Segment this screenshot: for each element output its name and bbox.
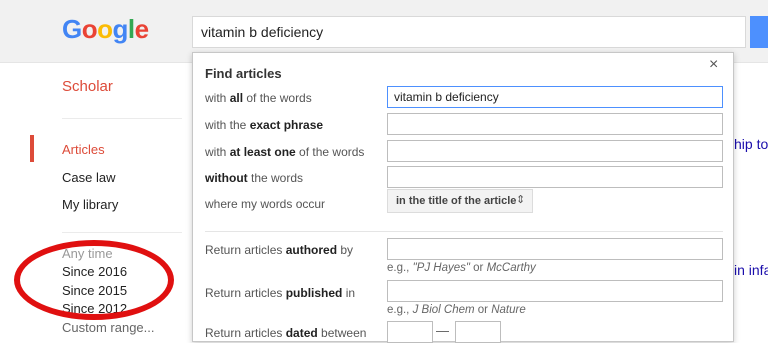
sidebar-item-articles[interactable]: Articles — [62, 142, 105, 157]
author-input[interactable] — [387, 238, 723, 260]
time-filter-custom-range[interactable]: Custom range... — [62, 320, 155, 335]
sidebar-item-case-law[interactable]: Case law — [62, 170, 115, 185]
occur-selected-value: in the title of the article — [396, 195, 517, 207]
dated-label: Return articles dated between — [205, 326, 367, 340]
exact-phrase-label: with the exact phrase — [205, 118, 324, 132]
sidebar-item-my-library[interactable]: My library — [62, 197, 118, 212]
at-least-one-input[interactable] — [387, 140, 723, 162]
without-words-label: without the words — [205, 171, 304, 185]
without-words-input[interactable] — [387, 166, 723, 188]
at-least-one-label: with at least one of the words — [205, 145, 365, 159]
occur-label: where my words occur — [205, 197, 326, 211]
advanced-search-dialog: Find articles × with all of the words vi… — [192, 52, 734, 343]
occur-select[interactable]: in the title of the article ⇕ — [387, 189, 533, 213]
google-logo[interactable]: Google — [62, 14, 149, 45]
authored-label: Return articles authored by — [205, 243, 354, 257]
search-button[interactable] — [750, 16, 768, 48]
sidebar-divider — [62, 118, 182, 119]
close-icon[interactable]: × — [709, 57, 718, 73]
annotation-ellipse — [14, 240, 174, 320]
search-input[interactable]: vitamin b deficiency — [192, 16, 746, 48]
scholar-brand[interactable]: Scholar — [62, 78, 113, 95]
exact-phrase-input[interactable] — [387, 113, 723, 135]
date-range-dash: — — [436, 323, 449, 338]
active-indicator — [30, 135, 34, 162]
published-label: Return articles published in — [205, 286, 356, 300]
publication-hint: e.g., J Biol Chem or Nature — [387, 304, 526, 316]
dialog-title: Find articles — [205, 66, 282, 81]
sidebar-divider — [62, 232, 182, 233]
select-arrows-icon: ⇕ — [516, 194, 526, 206]
date-from-input[interactable] — [387, 321, 433, 343]
date-to-input[interactable] — [455, 321, 501, 343]
author-hint: e.g., "PJ Hayes" or McCarthy — [387, 262, 536, 274]
result-title-peek[interactable]: in infa — [734, 262, 768, 278]
search-input-value: vitamin b deficiency — [201, 24, 324, 40]
all-words-input[interactable]: vitamin b deficiency — [387, 86, 723, 108]
dialog-divider — [205, 231, 723, 232]
result-title-peek[interactable]: hip to — [734, 136, 768, 152]
all-words-label: with all of the words — [205, 91, 312, 105]
all-words-value: vitamin b deficiency — [394, 90, 499, 104]
publication-input[interactable] — [387, 280, 723, 302]
